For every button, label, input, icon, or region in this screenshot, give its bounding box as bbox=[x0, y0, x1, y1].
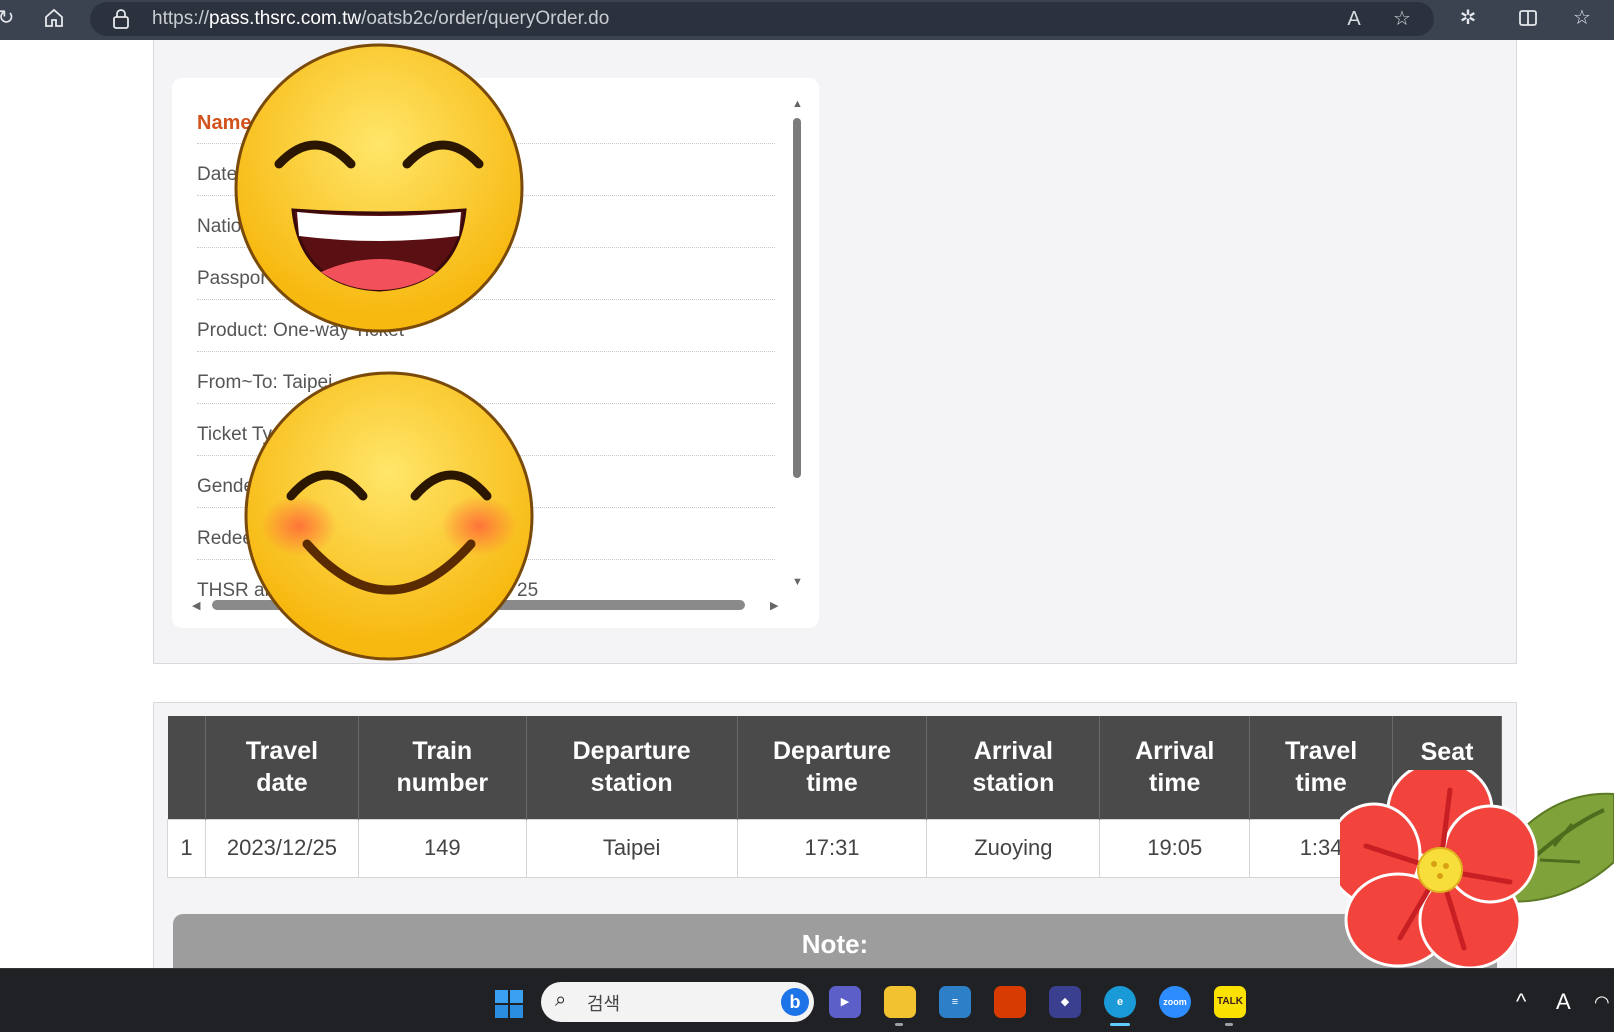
note-header: Note: bbox=[173, 914, 1497, 970]
ime-language-indicator[interactable]: A bbox=[1556, 988, 1571, 1016]
zoom-app-icon[interactable]: zoom bbox=[1159, 986, 1191, 1018]
col-departure-time: Departure time bbox=[737, 716, 928, 819]
search-placeholder: 검색 bbox=[587, 994, 621, 1014]
office-icon[interactable] bbox=[994, 986, 1026, 1018]
refresh-icon[interactable]: ↻ bbox=[0, 4, 20, 32]
trip-table-header: Travel date Train number Departure station … bbox=[167, 716, 1502, 819]
notepad-icon[interactable]: ≡ bbox=[939, 986, 971, 1018]
col-departure-station: Departure station bbox=[526, 716, 738, 819]
browser-toolbar: ↻ https://pass.thsrc.com.tw/oatsb2c/orde… bbox=[0, 0, 1614, 40]
file-explorer-icon[interactable] bbox=[884, 986, 916, 1018]
col-index bbox=[167, 716, 206, 819]
cell-index: 1 bbox=[167, 818, 206, 878]
teams-chat-icon[interactable]: ▶ bbox=[829, 986, 861, 1018]
lock-icon bbox=[113, 9, 129, 29]
kakaotalk-icon[interactable]: TALK bbox=[1214, 986, 1246, 1018]
scroll-down-arrow-icon[interactable]: ▼ bbox=[792, 576, 803, 588]
cell-arrival-station: Zuoying bbox=[926, 818, 1101, 878]
address-bar[interactable]: https://pass.thsrc.com.tw/oatsb2c/order/… bbox=[90, 2, 1434, 36]
file-explorer-running-indicator bbox=[895, 1023, 903, 1026]
cell-arrival-time: 19:05 bbox=[1099, 818, 1251, 878]
scroll-up-arrow-icon[interactable]: ▲ bbox=[792, 98, 803, 110]
edge-browser-icon[interactable]: e bbox=[1104, 986, 1136, 1018]
kakaotalk-running-indicator bbox=[1225, 1023, 1233, 1026]
vertical-scroll-thumb[interactable] bbox=[793, 118, 801, 478]
chevron-up-icon[interactable]: ^ bbox=[1516, 988, 1526, 1016]
edge-active-indicator bbox=[1110, 1023, 1130, 1026]
col-arrival-time: Arrival time bbox=[1099, 716, 1251, 819]
cell-train-number: 149 bbox=[357, 818, 527, 878]
scroll-right-arrow-icon[interactable]: ▶ bbox=[770, 599, 778, 612]
grinning-face-emoji-icon bbox=[234, 43, 524, 333]
home-icon[interactable] bbox=[40, 4, 68, 37]
table-row: 1 2023/12/25 149 Taipei 17:31 Zuoying 19… bbox=[167, 818, 1502, 878]
search-icon: ⌕ bbox=[555, 989, 567, 1011]
cell-travel-date: 2023/12/25 bbox=[204, 818, 359, 878]
col-arrival-station: Arrival station bbox=[926, 716, 1101, 819]
favorite-star-icon[interactable]: ☆ bbox=[1388, 5, 1416, 33]
trip-table: Travel date Train number Departure station … bbox=[167, 716, 1502, 878]
red-flower-sticker-icon bbox=[1340, 770, 1614, 970]
read-aloud-icon[interactable]: A bbox=[1340, 5, 1368, 33]
favorites-icon[interactable]: ☆ bbox=[1568, 4, 1596, 32]
wifi-icon[interactable]: ◠ bbox=[1594, 988, 1610, 1016]
windows-start-icon[interactable] bbox=[494, 989, 524, 1019]
bing-icon[interactable]: b bbox=[781, 988, 809, 1016]
col-train-number: Train number bbox=[358, 716, 527, 819]
taskbar-search-box[interactable]: ⌕ 검색 b bbox=[541, 982, 814, 1022]
split-screen-icon[interactable] bbox=[1514, 4, 1542, 37]
col-travel-date: Travel date bbox=[205, 716, 359, 819]
cell-departure-time: 17:31 bbox=[736, 818, 928, 878]
cell-departure-station: Taipei bbox=[525, 818, 738, 878]
url-text: https://pass.thsrc.com.tw/oatsb2c/order/… bbox=[152, 8, 610, 29]
smiling-face-emoji-icon bbox=[244, 371, 534, 661]
extensions-icon[interactable]: ✲ bbox=[1454, 4, 1482, 32]
copilot-icon[interactable]: ◆ bbox=[1049, 986, 1081, 1018]
scroll-left-arrow-icon[interactable]: ◀ bbox=[192, 599, 200, 612]
